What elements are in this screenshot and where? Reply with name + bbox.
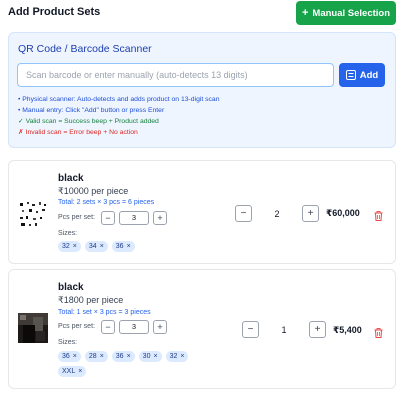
size-chip-label: 34 <box>88 243 97 250</box>
line-total: ₹5,400 <box>333 325 362 335</box>
product-thumbnail <box>18 313 48 343</box>
sizes-label: Sizes: <box>58 339 78 346</box>
product-thumbnail <box>18 199 48 229</box>
size-chip-label: 30 <box>142 353 151 360</box>
manual-selection-button[interactable]: + Manual Selection <box>296 1 396 25</box>
size-chip: XXL × <box>58 366 87 377</box>
remove-size-icon[interactable]: × <box>127 241 131 252</box>
hint-physical-scanner: • Physical scanner: Auto-detects and add… <box>18 96 220 103</box>
product-price: ₹10000 per piece <box>58 186 129 196</box>
size-chip: 36 × <box>111 351 135 362</box>
product-name: black <box>58 173 84 184</box>
pcs-per-set-label: Pcs per set: <box>58 323 95 330</box>
quantity-value: 2 <box>274 208 280 219</box>
remove-size-icon[interactable]: × <box>100 351 104 362</box>
scanner-title: QR Code / Barcode Scanner <box>18 43 152 55</box>
hint-valid-scan: ✓ Valid scan = Success beep + Product ad… <box>18 118 159 125</box>
list-icon <box>345 70 356 80</box>
page-title: Add Product Sets <box>8 6 101 18</box>
pcs-per-set-label: Pcs per set: <box>58 214 95 221</box>
quantity-increment-button[interactable]: + <box>309 321 326 338</box>
product-set-card: black ₹10000 per piece Total: 2 sets × 3… <box>8 160 396 264</box>
size-chip-label: 36 <box>115 243 124 250</box>
pcs-increment-button[interactable]: + <box>153 211 167 225</box>
size-chip: 36 × <box>111 241 135 252</box>
size-chip-label: 36 <box>115 353 124 360</box>
quantity-increment-button[interactable]: + <box>302 205 319 222</box>
quantity-decrement-button[interactable]: − <box>242 321 259 338</box>
remove-size-icon[interactable]: × <box>100 241 104 252</box>
remove-size-icon[interactable]: × <box>180 351 184 362</box>
remove-size-icon[interactable]: × <box>78 366 82 377</box>
size-chip: 28 × <box>84 351 108 362</box>
size-chip: 30 × <box>138 351 162 362</box>
size-chip-label: 32 <box>169 353 178 360</box>
trash-icon[interactable] <box>374 325 383 343</box>
size-chip-label: 28 <box>88 353 97 360</box>
product-total-pieces: Total: 2 sets × 3 pcs = 6 pieces <box>58 199 155 206</box>
product-total-pieces: Total: 1 set × 3 pcs = 3 pieces <box>58 309 151 316</box>
hint-manual-entry: • Manual entry: Click "Add" button or pr… <box>18 107 165 114</box>
scanner-hints: • Physical scanner: Auto-detects and add… <box>18 94 220 138</box>
remove-size-icon[interactable]: × <box>127 351 131 362</box>
quantity-decrement-button[interactable]: − <box>235 205 252 222</box>
size-chip-label: XXL <box>62 368 76 375</box>
add-barcode-button[interactable]: Add <box>339 63 385 87</box>
hint-invalid-scan: ✗ Invalid scan = Error beep + No action <box>18 129 138 136</box>
size-chip: 32 × <box>58 241 81 252</box>
size-chip: 32 × <box>165 351 189 362</box>
pcs-per-set-value[interactable]: 3 <box>119 320 149 334</box>
sizes-label: Sizes: <box>58 230 78 237</box>
remove-size-icon[interactable]: × <box>73 351 77 362</box>
set-quantity-stepper: − 2 + <box>235 205 319 222</box>
plus-icon: + <box>301 7 309 19</box>
line-total: ₹60,000 <box>326 208 360 218</box>
size-chip: 34 × <box>84 241 108 252</box>
trash-icon[interactable] <box>374 208 383 226</box>
pcs-per-set-value[interactable]: 3 <box>119 211 149 225</box>
pcs-increment-button[interactable]: + <box>153 320 167 334</box>
product-set-card: black ₹1800 per piece Total: 1 set × 3 p… <box>8 269 396 389</box>
size-chip-label: 32 <box>62 243 70 250</box>
quantity-value: 1 <box>281 324 287 335</box>
pcs-decrement-button[interactable]: − <box>101 211 115 225</box>
set-quantity-stepper: − 1 + <box>242 321 326 338</box>
pcs-decrement-button[interactable]: − <box>101 320 115 334</box>
scanner-panel: QR Code / Barcode Scanner Add • Physical… <box>8 32 396 148</box>
size-chips: 32 × 34 × 36 × <box>58 241 218 252</box>
size-chip: 36 × <box>58 351 81 362</box>
add-label: Add <box>359 69 379 81</box>
product-price: ₹1800 per piece <box>58 295 124 305</box>
pcs-per-set-stepper: − 3 + <box>101 211 167 225</box>
product-name: black <box>58 282 84 293</box>
remove-size-icon[interactable]: × <box>153 351 157 362</box>
manual-selection-label: Manual Selection <box>312 7 391 19</box>
size-chips: 36 × 28 × 36 × 30 × 32 × XXL × <box>58 351 216 377</box>
size-chip-label: 36 <box>62 353 70 360</box>
header: Add Product Sets + Manual Selection <box>0 0 402 26</box>
barcode-input[interactable] <box>17 63 334 87</box>
pcs-per-set-stepper: − 3 + <box>101 320 167 334</box>
remove-size-icon[interactable]: × <box>73 241 77 252</box>
